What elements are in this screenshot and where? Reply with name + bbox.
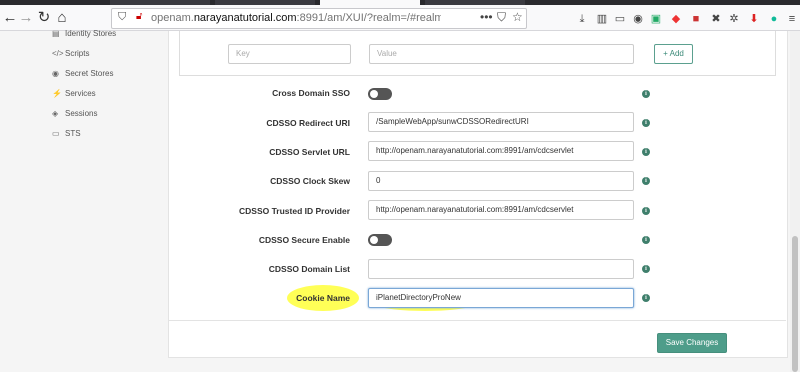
cdsso-domain-list-input[interactable] [368, 259, 634, 279]
extension-icon[interactable]: ▣ [650, 13, 662, 25]
plug-icon: ⚡ [52, 89, 62, 98]
info-icon[interactable]: i [642, 207, 650, 215]
sidebar-item-label: STS [65, 129, 81, 138]
sidebar-item-identity-stores[interactable]: ▤ Identity Stores [52, 27, 116, 41]
info-icon[interactable]: i [642, 236, 650, 244]
menu-icon[interactable]: ≡ [786, 13, 798, 25]
pocket-icon[interactable]: ⛉ [497, 10, 506, 25]
cdsso-trusted-id-provider-label: CDSSO Trusted ID Provider [239, 206, 350, 216]
cdsso-clock-skew-input[interactable]: 0 [368, 171, 634, 191]
bookmark-star-icon[interactable]: ☆ [512, 10, 523, 24]
cookie-name-label: Cookie Name [296, 293, 350, 303]
scrollbar-thumb[interactable] [792, 236, 798, 372]
extension-icon[interactable]: ◆ [670, 13, 682, 25]
cdsso-domain-list-label: CDSSO Domain List [268, 264, 350, 274]
tracking-shield-icon[interactable]: ⛉ [118, 11, 126, 24]
page: ▤ Identity Stores </>Scripts ◉ Secret Stor… [0, 29, 800, 372]
library-icon[interactable]: ▥ [596, 13, 608, 25]
value-input[interactable]: Value [369, 44, 634, 64]
downloads-icon[interactable]: ⤓ [576, 13, 588, 25]
sidebar-item-secret-stores[interactable]: ◉ Secret Stores [52, 67, 113, 81]
extension-icon[interactable]: ✖ [710, 13, 722, 25]
cdsso-servlet-url-input[interactable]: http://openam.narayanatutorial.com:8991/… [368, 141, 634, 161]
database-icon: ▤ [52, 29, 60, 38]
page-scrollbar[interactable] [790, 31, 800, 372]
cdsso-servlet-url-label: CDSSO Servlet URL [269, 147, 350, 157]
insecure-lock-icon[interactable]: 🔓︎ [136, 11, 142, 22]
add-button[interactable]: + Add [654, 44, 693, 64]
sidebar-item-label: Secret Stores [65, 69, 114, 78]
extension-icon[interactable]: ● [768, 13, 780, 25]
browser-toolbar: ← → ↻ ⌂ ⛉ 🔓︎ openam.narayanatutorial.com… [0, 5, 800, 31]
eye-icon: ◉ [52, 69, 59, 78]
sidebar-item-label: Sessions [65, 109, 98, 118]
sidebar-toggle-icon[interactable]: ▭ [614, 13, 626, 25]
sidebar-item-label: Identity Stores [65, 29, 117, 38]
extension-icon[interactable]: ✲ [728, 13, 740, 25]
info-icon[interactable]: i [642, 177, 650, 185]
info-icon[interactable]: i [642, 90, 650, 98]
extension-icon[interactable]: ■ [690, 13, 702, 25]
form-footer: Save Changes [168, 320, 786, 358]
key-input[interactable]: Key [228, 44, 351, 64]
forward-icon[interactable]: → [16, 8, 36, 28]
cdsso-trusted-id-provider-input[interactable]: http://openam.narayanatutorial.com:8991/… [368, 200, 634, 220]
cross-domain-sso-label: Cross Domain SSO [272, 88, 350, 98]
sidebar-item-sessions[interactable]: ◈ Sessions [52, 107, 97, 121]
plus-icon: + [663, 49, 668, 58]
cross-domain-sso-toggle[interactable] [368, 88, 392, 100]
reload-icon[interactable]: ↻ [34, 8, 54, 28]
account-icon[interactable]: ◉ [632, 13, 644, 25]
cdsso-secure-enable-label: CDSSO Secure Enable [258, 235, 350, 245]
info-icon[interactable]: i [642, 294, 650, 302]
page-actions-icon[interactable]: ••• [480, 10, 493, 24]
info-icon[interactable]: i [642, 265, 650, 273]
cookie-name-input[interactable]: iPlanetDirectoryProNew [368, 288, 634, 308]
sidebar-item-label: Services [65, 89, 96, 98]
key-value-box: Key Value + Add [179, 31, 776, 76]
sidebar-item-sts[interactable]: ▭ STS [52, 127, 81, 141]
url-bar[interactable]: ⛉ 🔓︎ openam.narayanatutorial.com:8991/am… [111, 8, 527, 29]
info-icon[interactable]: i [642, 119, 650, 127]
card-icon: ▭ [52, 129, 60, 138]
sidebar-item-scripts[interactable]: </>Scripts [52, 47, 89, 61]
extension-icon[interactable]: ⬇ [748, 13, 760, 25]
cdsso-redirect-uri-label: CDSSO Redirect URI [266, 118, 350, 128]
cdsso-secure-enable-toggle[interactable] [368, 234, 392, 246]
sidebar-item-label: Scripts [65, 49, 90, 58]
home-icon[interactable]: ⌂ [52, 8, 72, 28]
sidebar-item-services[interactable]: ⚡ Services [52, 87, 96, 101]
cdsso-clock-skew-label: CDSSO Clock Skew [270, 176, 350, 186]
url-text[interactable]: openam.narayanatutorial.com:8991/am/XUI/… [151, 12, 441, 24]
cdsso-redirect-uri-input[interactable]: /SampleWebApp/sunwCDSSORedirectURI [368, 112, 634, 132]
save-changes-button[interactable]: Save Changes [657, 333, 727, 353]
advanced-settings-panel: Key Value + Add Cross Domain SSO i CDSSO… [168, 31, 788, 358]
sidebar: ▤ Identity Stores </>Scripts ◉ Secret Stor… [0, 29, 168, 372]
ticket-icon: ◈ [52, 109, 59, 118]
add-label: Add [669, 49, 684, 58]
code-icon: </> [52, 49, 64, 58]
info-icon[interactable]: i [642, 148, 650, 156]
